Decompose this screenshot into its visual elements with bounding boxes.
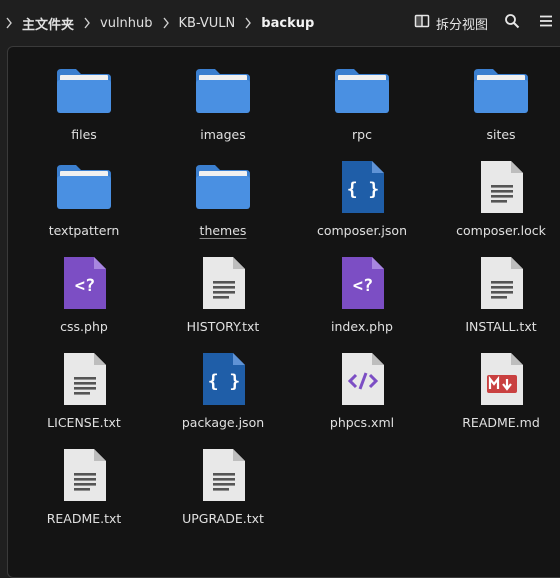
- file-name-label: css.php: [60, 319, 108, 334]
- file-name-label: README.txt: [46, 511, 122, 526]
- file-name-label: rpc: [352, 127, 372, 142]
- split-view-button[interactable]: 拆分视图: [406, 8, 496, 38]
- file-item[interactable]: { } package.json: [159, 335, 287, 431]
- folder-icon: [54, 157, 114, 217]
- file-name-label: LICENSE.txt: [47, 415, 121, 430]
- folder-icon: [54, 61, 114, 121]
- svg-text:{ }: { }: [347, 179, 380, 200]
- json-file-icon: { }: [193, 349, 253, 409]
- file-item[interactable]: LICENSE.txt: [20, 335, 148, 431]
- text-file-icon: [54, 349, 114, 409]
- breadcrumb-kb-vuln[interactable]: KB-VULN: [175, 16, 240, 31]
- file-grid[interactable]: files images rpc sites textpattern themes { } c…: [7, 46, 560, 578]
- breadcrumb-vulnhub[interactable]: vulnhub: [96, 16, 157, 31]
- file-name-label: textpattern: [48, 223, 120, 238]
- text-file-icon: [471, 157, 531, 217]
- file-name-label: sites: [486, 127, 516, 142]
- php-file-icon: <?: [54, 253, 114, 313]
- file-item[interactable]: UPGRADE.txt: [159, 431, 287, 527]
- split-view-label: 拆分视图: [435, 17, 488, 33]
- svg-text:<?: <?: [75, 276, 95, 296]
- file-name-label: INSTALL.txt: [465, 319, 537, 334]
- file-item[interactable]: README.md: [437, 335, 560, 431]
- breadcrumb-home[interactable]: 主文件夹: [18, 14, 78, 33]
- file-item[interactable]: { } composer.json: [298, 143, 426, 239]
- file-name-label: README.md: [462, 415, 540, 430]
- search-icon: [504, 13, 520, 33]
- json-file-icon: { }: [332, 157, 392, 217]
- file-item[interactable]: composer.lock: [437, 143, 560, 239]
- php-file-icon: <?: [332, 253, 392, 313]
- text-file-icon: [193, 445, 253, 505]
- folder-item[interactable]: files: [20, 47, 148, 143]
- chevron-right-icon: [2, 17, 16, 29]
- header-bar: 主文件夹 vulnhub KB-VULN backup 拆分视图: [0, 0, 560, 46]
- folder-icon: [332, 61, 392, 121]
- split-view-icon: [414, 13, 430, 33]
- folder-item[interactable]: rpc: [298, 47, 426, 143]
- file-item[interactable]: HISTORY.txt: [159, 239, 287, 335]
- text-file-icon: [471, 253, 531, 313]
- text-file-icon: [193, 253, 253, 313]
- file-item[interactable]: INSTALL.txt: [437, 239, 560, 335]
- folder-icon: [193, 61, 253, 121]
- chevron-right-icon: [80, 17, 94, 29]
- svg-text:<?: <?: [353, 276, 373, 296]
- file-name-label: themes: [199, 223, 247, 238]
- file-item[interactable]: <? index.php: [298, 239, 426, 335]
- file-name-label: composer.json: [316, 223, 407, 238]
- file-item[interactable]: phpcs.xml: [298, 335, 426, 431]
- file-item[interactable]: <? css.php: [20, 239, 148, 335]
- folder-item[interactable]: textpattern: [20, 143, 148, 239]
- search-button[interactable]: [496, 8, 528, 38]
- chevron-right-icon: [159, 17, 173, 29]
- file-name-label: HISTORY.txt: [186, 319, 260, 334]
- file-name-label: UPGRADE.txt: [182, 511, 264, 526]
- xml-file-icon: [332, 349, 392, 409]
- file-name-label: package.json: [181, 415, 265, 430]
- file-item[interactable]: README.txt: [20, 431, 148, 527]
- file-name-label: images: [200, 127, 246, 142]
- folder-icon: [193, 157, 253, 217]
- folder-item[interactable]: images: [159, 47, 287, 143]
- hamburger-menu-icon: [536, 13, 552, 33]
- svg-text:{ }: { }: [208, 371, 241, 392]
- file-name-label: index.php: [331, 319, 393, 334]
- folder-icon: [471, 61, 531, 121]
- file-name-label: composer.lock: [456, 223, 546, 238]
- file-name-label: files: [71, 127, 97, 142]
- file-name-label: phpcs.xml: [329, 415, 395, 430]
- markdown-file-icon: [471, 349, 531, 409]
- chevron-right-icon: [241, 17, 255, 29]
- menu-button[interactable]: [528, 8, 560, 38]
- folder-item[interactable]: sites: [437, 47, 560, 143]
- text-file-icon: [54, 445, 114, 505]
- folder-item[interactable]: themes: [159, 143, 287, 239]
- breadcrumb-backup[interactable]: backup: [257, 16, 318, 31]
